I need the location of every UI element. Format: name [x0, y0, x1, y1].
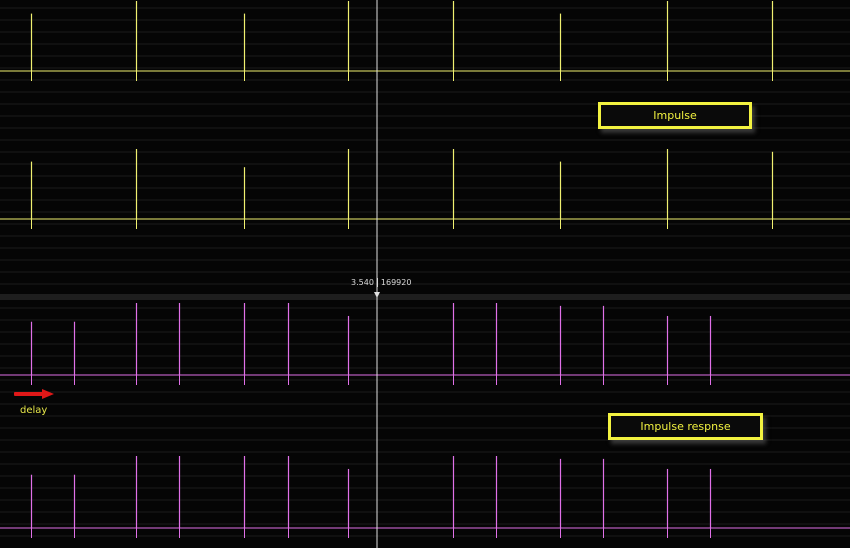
impulse-response-label-box: Impulse respnse: [608, 413, 763, 440]
waveform-canvas[interactable]: Impulse Impulse respnse delay 3.540 16992…: [0, 0, 850, 548]
impulse-label-box: Impulse: [598, 102, 752, 129]
waveform-display[interactable]: [0, 0, 850, 548]
cursor-sample: 169920: [380, 278, 412, 287]
cursor-position-readout: 3.540 169920: [351, 278, 411, 287]
arrow-right-icon: [14, 389, 54, 399]
tracks-layer: [0, 1, 850, 538]
impulse-track-left[interactable]: [0, 1, 850, 81]
impulse-response-label-text: Impulse respnse: [640, 420, 731, 433]
grid-layer: [0, 7, 850, 537]
readout-separator: [376, 278, 378, 287]
cursor-time: 3.540: [351, 278, 374, 287]
delay-label: delay: [20, 405, 48, 416]
response-track-right[interactable]: [0, 456, 850, 538]
impulse-label-text: Impulse: [653, 109, 697, 122]
group-divider: [0, 294, 850, 300]
impulse-track-right[interactable]: [0, 149, 850, 229]
